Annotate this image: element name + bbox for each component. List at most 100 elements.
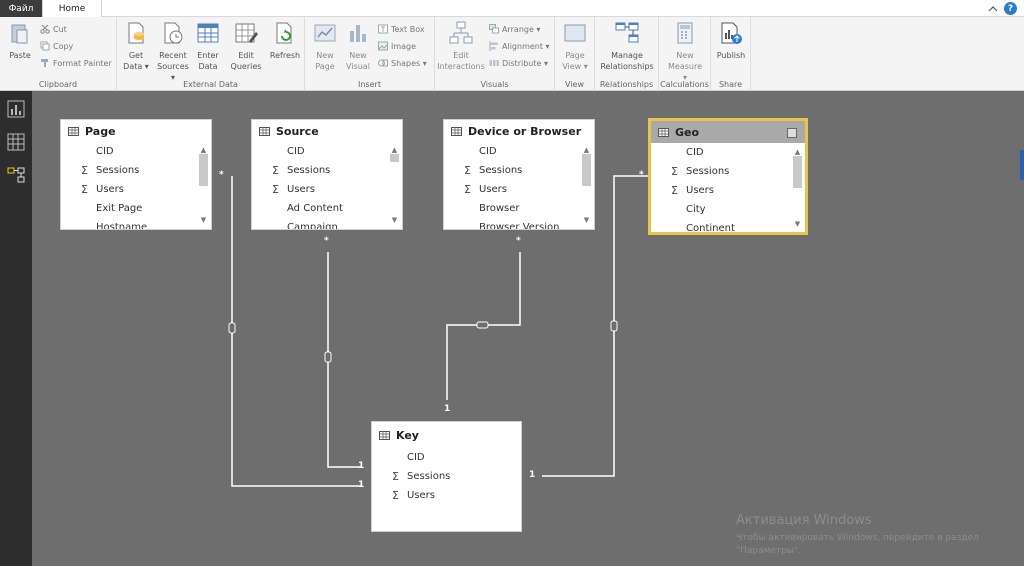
field-row[interactable]: Hostname (61, 218, 211, 229)
table-page[interactable]: Page CID Σ Sessions Σ Users Exit Page Host… (60, 119, 212, 230)
scrollbar[interactable]: ▲ ▼ (793, 148, 802, 228)
cardinality-many: * (219, 170, 224, 180)
field-row[interactable]: CID (372, 448, 521, 467)
table-header[interactable]: Key (372, 422, 521, 448)
field-name: Ad Content (287, 203, 343, 214)
maximize-icon[interactable] (787, 128, 797, 138)
scroll-up-icon[interactable]: ▲ (582, 146, 591, 154)
table-header[interactable]: Device or Browser (444, 120, 594, 142)
table-icon (379, 430, 390, 440)
field-row[interactable]: City (651, 200, 805, 219)
field-name: Sessions (287, 165, 331, 176)
right-edge-accent (1020, 150, 1024, 180)
field-row[interactable]: Exit Page (61, 199, 211, 218)
sigma-icon: Σ (392, 489, 399, 502)
sigma-icon: Σ (272, 164, 279, 177)
field-row[interactable]: Campaign (252, 218, 402, 230)
field-row[interactable]: Browser Version (444, 218, 594, 229)
cardinality-many: * (324, 236, 329, 246)
sigma-icon: Σ (671, 184, 678, 197)
field-row[interactable]: CID (651, 143, 805, 162)
filter-direction-icon (324, 351, 332, 363)
scroll-thumb[interactable] (390, 154, 399, 162)
scroll-down-icon[interactable]: ▼ (199, 216, 208, 224)
cardinality-one: 1 (529, 470, 536, 480)
filter-direction-icon (476, 321, 489, 329)
field-name: Browser (479, 203, 520, 214)
field-name: City (686, 204, 706, 215)
table-key[interactable]: Key CID Σ Sessions Σ Users (371, 421, 522, 532)
sigma-icon: Σ (671, 165, 678, 178)
sigma-icon: Σ (392, 470, 399, 483)
field-row[interactable]: Σ Users (252, 180, 402, 199)
scroll-up-icon[interactable]: ▲ (390, 146, 399, 154)
field-row[interactable]: Σ Users (444, 180, 594, 199)
field-name: CID (287, 146, 305, 157)
cardinality-one: 1 (358, 461, 365, 471)
field-name: Campaign (287, 222, 338, 230)
cardinality-many: * (639, 170, 644, 180)
field-row[interactable]: Σ Sessions (651, 162, 805, 181)
table-header[interactable]: Geo (651, 121, 805, 143)
field-row[interactable]: Σ Users (372, 486, 521, 505)
field-name: Continent (686, 223, 735, 234)
cardinality-one: 1 (444, 404, 451, 414)
table-title: Device or Browser (468, 124, 582, 138)
scrollbar[interactable]: ▲ ▼ (199, 146, 208, 224)
table-header[interactable]: Page (61, 120, 211, 142)
scroll-up-icon[interactable]: ▲ (199, 146, 208, 154)
table-icon (658, 127, 669, 137)
cardinality-one: 1 (358, 480, 365, 490)
field-row[interactable]: Browser (444, 199, 594, 218)
field-name: Users (96, 184, 125, 195)
scroll-down-icon[interactable]: ▼ (582, 216, 591, 224)
table-title: Page (85, 124, 116, 138)
table-icon (259, 126, 270, 136)
field-row[interactable]: Σ Sessions (252, 161, 402, 180)
table-title: Source (276, 124, 319, 138)
field-row[interactable]: CID (61, 142, 211, 161)
field-row[interactable]: Σ Sessions (372, 467, 521, 486)
field-name: Sessions (96, 165, 140, 176)
table-title: Key (396, 428, 419, 442)
scroll-thumb[interactable] (199, 154, 208, 186)
field-row[interactable]: Σ Sessions (61, 161, 211, 180)
activation-watermark-text: Чтобы активировать Windows, перейдите в … (736, 533, 979, 556)
field-row[interactable]: Ad Content (252, 199, 402, 218)
scroll-up-icon[interactable]: ▲ (793, 148, 802, 156)
sigma-icon: Σ (272, 183, 279, 196)
field-row[interactable]: Σ Sessions (444, 161, 594, 180)
field-name: Users (287, 184, 316, 195)
scroll-down-icon[interactable]: ▼ (390, 216, 399, 224)
table-geo[interactable]: Geo CID Σ Sessions Σ Users City Continent … (648, 118, 808, 235)
field-name: Users (407, 490, 436, 501)
field-row[interactable]: CID (252, 142, 402, 161)
field-row[interactable]: Σ Users (651, 181, 805, 200)
sigma-icon: Σ (464, 183, 471, 196)
scroll-thumb[interactable] (582, 154, 591, 186)
field-name: Users (686, 185, 715, 196)
scrollbar[interactable]: ▲ ▼ (390, 146, 399, 224)
field-name: CID (479, 146, 497, 157)
field-name: Exit Page (96, 203, 143, 214)
field-row[interactable]: CID (444, 142, 594, 161)
field-name: Sessions (479, 165, 523, 176)
table-source[interactable]: Source CID Σ Sessions Σ Users Ad Content C… (251, 119, 403, 230)
scrollbar[interactable]: ▲ ▼ (582, 146, 591, 224)
field-name: CID (407, 452, 425, 463)
filter-direction-icon (610, 320, 618, 332)
cardinality-many: * (516, 236, 521, 246)
field-name: CID (686, 147, 704, 158)
field-row[interactable]: Σ Users (61, 180, 211, 199)
sigma-icon: Σ (464, 164, 471, 177)
table-icon (451, 126, 462, 136)
table-header[interactable]: Source (252, 120, 402, 142)
activation-watermark-title: Активация Windows (736, 513, 872, 528)
table-device-or-browser[interactable]: Device or Browser CID Σ Sessions Σ Users B… (443, 119, 595, 230)
table-icon (68, 126, 79, 136)
field-name: Sessions (686, 166, 730, 177)
field-row[interactable]: Continent (651, 219, 805, 234)
scroll-down-icon[interactable]: ▼ (793, 220, 802, 228)
field-name: Users (479, 184, 508, 195)
scroll-thumb[interactable] (793, 156, 802, 188)
